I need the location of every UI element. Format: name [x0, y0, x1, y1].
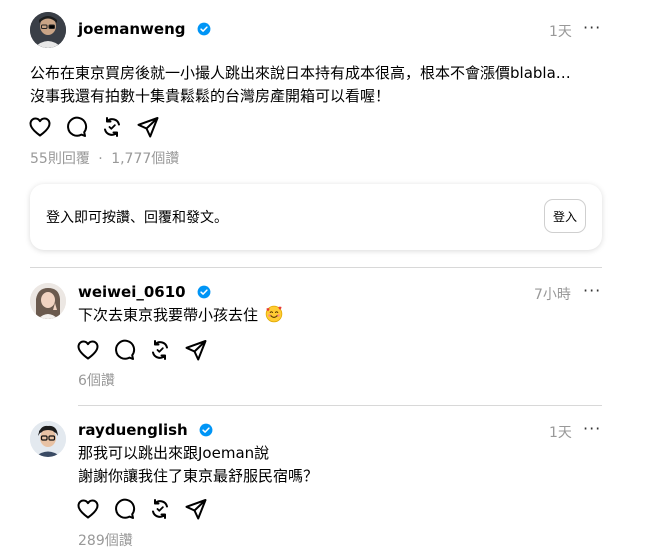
reply-author-username[interactable]: weiwei_0610: [78, 283, 186, 301]
reply-timestamp[interactable]: 1天: [549, 422, 572, 442]
verified-badge-icon: [197, 285, 211, 299]
like-count[interactable]: 1,777個讚: [111, 151, 179, 167]
post-stats: 55則回覆 · 1,777個讚: [30, 148, 179, 168]
heart-icon[interactable]: [76, 338, 100, 362]
reply-author-avatar[interactable]: [30, 421, 66, 457]
reply-text-line-1: 那我可以跳出來跟Joeman說: [78, 444, 270, 462]
share-icon[interactable]: [136, 115, 160, 139]
post-author-avatar[interactable]: [30, 12, 66, 48]
login-prompt-card: 登入即可按讚、回覆和發文。 登入: [30, 184, 602, 250]
stats-separator: ·: [98, 151, 103, 167]
verified-badge-icon: [199, 423, 213, 437]
reply-author-name[interactable]: weiwei_0610: [78, 283, 211, 301]
more-options-icon[interactable]: ···: [583, 281, 601, 300]
divider: [30, 267, 602, 268]
post-text-line-2: 沒事我還有拍數十集貴鬆鬆的台灣房產開箱可以看喔！: [30, 87, 391, 105]
smiling-face-with-hearts-emoji: [265, 305, 283, 323]
comment-icon[interactable]: [112, 497, 136, 521]
divider: [78, 405, 602, 406]
post-author-username[interactable]: joemanweng: [78, 20, 186, 38]
reply-author-name[interactable]: rayduenglish: [78, 421, 213, 439]
reply-text: 下次去東京我要帶小孩去住: [78, 303, 283, 327]
repost-icon[interactable]: [100, 115, 124, 139]
post-timestamp[interactable]: 1天: [549, 21, 572, 41]
comment-icon[interactable]: [112, 338, 136, 362]
post-text-line-1: 公布在東京買房後就一小撮人跳出來說日本持有成本很高，根本不會漲價blabla…: [30, 64, 571, 82]
reply-text-line-2: 謝謝你讓我住了東京最舒服民宿嗎？: [78, 467, 319, 485]
reply-count[interactable]: 55則回覆: [30, 151, 90, 167]
reply-author-username[interactable]: rayduenglish: [78, 421, 188, 439]
more-options-icon[interactable]: ···: [583, 18, 601, 37]
heart-icon[interactable]: [28, 115, 52, 139]
share-icon[interactable]: [184, 497, 208, 521]
heart-icon[interactable]: [76, 497, 100, 521]
reply-author-avatar[interactable]: [30, 283, 66, 319]
like-count[interactable]: 6個讚: [78, 370, 115, 390]
reply-text-content: 下次去東京我要帶小孩去住: [78, 306, 259, 324]
repost-icon[interactable]: [148, 338, 172, 362]
more-options-icon[interactable]: ···: [583, 419, 601, 438]
reply-timestamp[interactable]: 7小時: [534, 284, 571, 304]
login-prompt-text: 登入即可按讚、回覆和發文。: [46, 210, 228, 226]
login-button[interactable]: 登入: [544, 199, 586, 233]
comment-icon[interactable]: [64, 115, 88, 139]
repost-icon[interactable]: [148, 497, 172, 521]
verified-badge-icon: [197, 22, 211, 36]
post-author-name[interactable]: joemanweng: [78, 20, 211, 38]
like-count[interactable]: 289個讚: [78, 530, 133, 550]
share-icon[interactable]: [184, 338, 208, 362]
